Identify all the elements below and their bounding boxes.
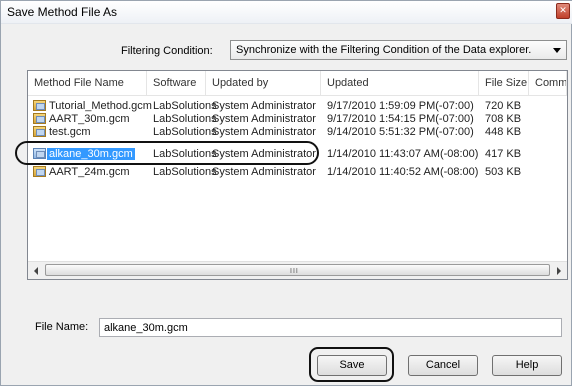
cell-updated: 9/17/2010 1:59:09 PM(-07:00) [327, 100, 474, 112]
chevron-down-icon[interactable] [553, 48, 561, 53]
horizontal-scrollbar[interactable]: III [28, 261, 567, 279]
help-button[interactable]: Help [492, 355, 562, 376]
cell-updated-by: System Administrator [212, 113, 316, 125]
scroll-left-icon[interactable] [34, 267, 38, 275]
cell-software: LabSolutions [153, 126, 217, 138]
cell-updated: 9/17/2010 1:54:15 PM(-07:00) [327, 113, 474, 125]
scroll-right-icon[interactable] [557, 267, 561, 275]
cell-file-size: 417 KB [485, 148, 522, 160]
table-row[interactable]: Tutorial_Method.gcm LabSolutions System … [28, 100, 567, 112]
save-method-dialog: Save Method File As ✕ Filtering Conditio… [0, 0, 572, 386]
column-header-comment[interactable]: Comment [529, 71, 567, 95]
cell-file-name: test.gcm [49, 126, 91, 138]
cell-file-name: AART_24m.gcm [49, 166, 130, 178]
cell-file-size: 503 KB [485, 166, 522, 178]
dialog-title: Save Method File As [7, 5, 118, 19]
cell-updated: 1/14/2010 11:43:07 AM(-08:00) [327, 148, 479, 160]
file-name-input[interactable] [99, 318, 562, 337]
cell-software: LabSolutions [153, 100, 217, 112]
cell-file-size: 720 KB [485, 100, 522, 112]
cancel-button[interactable]: Cancel [408, 355, 478, 376]
method-file-icon [33, 166, 46, 177]
cell-file-name: Tutorial_Method.gcm [49, 100, 152, 112]
filtering-condition-label: Filtering Condition: [121, 45, 213, 57]
cell-updated-by: System Administrator [212, 166, 316, 178]
cell-updated: 1/14/2010 11:40:52 AM(-08:00) [327, 166, 479, 178]
selection-highlight-annotation [15, 141, 319, 165]
cell-software: LabSolutions [153, 166, 217, 178]
filtering-condition-value: Synchronize with the Filtering Condition… [236, 44, 532, 56]
scroll-thumb[interactable]: III [45, 264, 550, 276]
method-file-icon [33, 100, 46, 111]
column-header-updated-by[interactable]: Updated by [206, 71, 321, 95]
table-row[interactable]: test.gcm LabSolutions System Administrat… [28, 126, 567, 138]
title-bar: Save Method File As ✕ [1, 1, 572, 24]
column-header-updated[interactable]: Updated [321, 71, 479, 95]
filtering-condition-select[interactable]: Synchronize with the Filtering Condition… [230, 40, 567, 60]
cell-file-name: AART_30m.gcm [49, 113, 130, 125]
cell-updated: 9/14/2010 5:51:32 PM(-07:00) [327, 126, 474, 138]
method-file-list[interactable]: Method File Name Software Updated by Upd… [27, 70, 568, 280]
method-file-icon [33, 126, 46, 137]
column-header-software[interactable]: Software [147, 71, 206, 95]
save-button[interactable]: Save [317, 355, 387, 376]
method-file-icon [33, 113, 46, 124]
cell-file-size: 708 KB [485, 113, 522, 125]
table-row[interactable]: AART_30m.gcm LabSolutions System Adminis… [28, 113, 567, 125]
cell-updated-by: System Administrator [212, 100, 316, 112]
column-header-method-file-name[interactable]: Method File Name [28, 71, 147, 95]
cell-software: LabSolutions [153, 113, 217, 125]
scroll-grip: III [290, 268, 299, 275]
cell-updated-by: System Administrator [212, 126, 316, 138]
table-row[interactable]: AART_24m.gcm LabSolutions System Adminis… [28, 166, 567, 178]
list-header: Method File Name Software Updated by Upd… [28, 71, 567, 96]
cell-file-size: 448 KB [485, 126, 522, 138]
close-icon[interactable]: ✕ [556, 3, 570, 19]
column-header-file-size[interactable]: File Size [479, 71, 529, 95]
file-name-label: File Name: [35, 321, 89, 333]
